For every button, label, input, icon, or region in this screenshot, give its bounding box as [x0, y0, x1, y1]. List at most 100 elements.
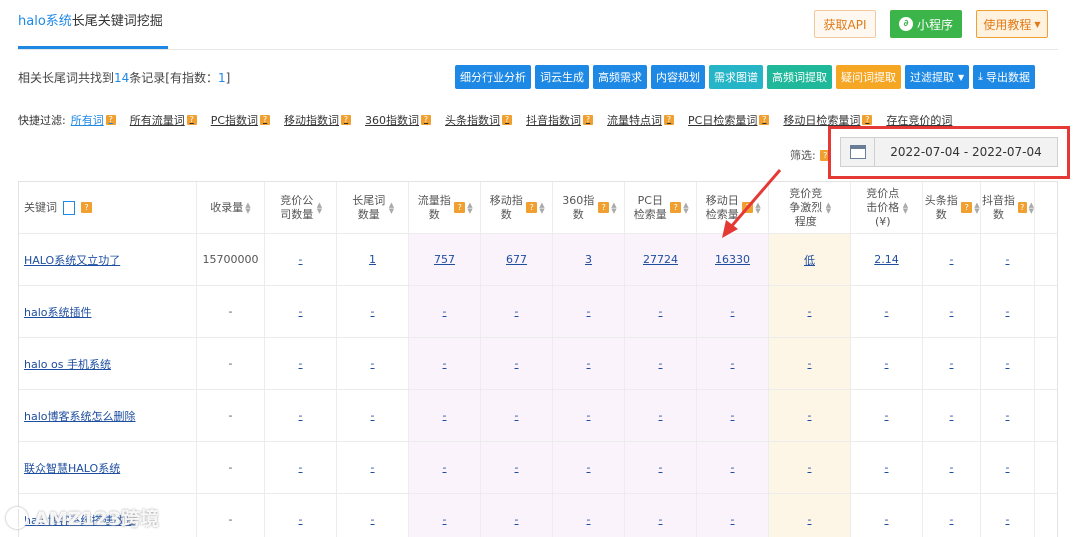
column-header[interactable]: 竞价公司数量 ▲ ▼ — [265, 182, 337, 233]
toolbar-button-1[interactable]: 词云生成 — [535, 65, 589, 89]
table-cell[interactable]: - — [409, 494, 481, 537]
mini-program-button[interactable]: ∂ 小程序 — [890, 10, 962, 38]
help-icon[interactable]: ? — [454, 202, 466, 213]
table-cell[interactable]: - — [553, 494, 625, 537]
table-cell[interactable]: - — [265, 494, 337, 537]
sort-icon[interactable]: ▲ ▼ — [683, 201, 688, 214]
table-cell[interactable]: - — [981, 338, 1035, 389]
table-cell[interactable]: - — [265, 286, 337, 337]
toolbar-button-8[interactable]: ⤓ 导出数据 — [973, 65, 1036, 89]
table-cell[interactable]: - — [481, 442, 553, 493]
table-cell[interactable]: - — [769, 338, 851, 389]
table-cell[interactable]: - — [851, 286, 923, 337]
table-cell[interactable]: - — [851, 442, 923, 493]
help-icon[interactable]: ? — [1017, 202, 1027, 213]
table-cell[interactable]: - — [923, 234, 981, 285]
keyword-cell[interactable]: 联众智慧HALO系统 — [19, 442, 197, 493]
toolbar-button-4[interactable]: 需求图谱 — [709, 65, 763, 89]
table-cell[interactable]: - — [981, 390, 1035, 441]
quick-filter-item[interactable]: 所有流量词? — [130, 112, 197, 128]
table-cell[interactable]: - — [769, 442, 851, 493]
column-header[interactable]: 头条指数? ▲ ▼ — [923, 182, 981, 233]
table-cell[interactable]: - — [625, 286, 697, 337]
help-icon[interactable]: ? — [598, 202, 610, 213]
table-cell[interactable]: - — [923, 338, 981, 389]
table-cell[interactable]: - — [697, 338, 769, 389]
help-icon[interactable]: ? — [81, 202, 92, 213]
copy-icon[interactable] — [63, 200, 75, 215]
toolbar-button-0[interactable]: 细分行业分析 — [455, 65, 531, 89]
get-api-button[interactable]: 获取API — [814, 10, 876, 38]
quick-filter-item[interactable]: 360指数词? — [365, 112, 432, 128]
table-cell[interactable]: - — [625, 442, 697, 493]
keyword-cell[interactable]: halo博客系统怎么删除 — [19, 390, 197, 441]
sort-icon[interactable]: ▲ ▼ — [903, 201, 908, 214]
help-icon[interactable]: ? — [862, 115, 873, 125]
sort-icon[interactable]: ▲ ▼ — [467, 201, 472, 214]
table-cell[interactable]: 1 — [337, 234, 409, 285]
table-cell[interactable]: - — [981, 442, 1035, 493]
help-icon[interactable]: ? — [105, 115, 116, 125]
toolbar-button-6[interactable]: 疑问词提取 — [836, 65, 901, 89]
column-header[interactable]: 长尾词数量 ▲ ▼ — [337, 182, 409, 233]
sort-icon[interactable]: ▲ ▼ — [1029, 201, 1034, 214]
table-cell[interactable]: - — [265, 234, 337, 285]
sort-icon[interactable]: ▲ ▼ — [826, 201, 831, 214]
sort-icon[interactable]: ▲ ▼ — [611, 201, 616, 214]
table-cell[interactable]: - — [923, 390, 981, 441]
table-cell[interactable]: - — [923, 494, 981, 537]
help-icon[interactable]: ? — [260, 115, 271, 125]
table-cell[interactable]: - — [337, 494, 409, 537]
column-header[interactable]: 移动指数? ▲ ▼ — [481, 182, 553, 233]
table-cell[interactable]: - — [553, 286, 625, 337]
help-icon[interactable]: ? — [670, 202, 682, 213]
table-cell[interactable]: - — [697, 442, 769, 493]
column-header[interactable]: 流量指数? ▲ ▼ — [409, 182, 481, 233]
table-cell[interactable]: - — [265, 442, 337, 493]
table-cell[interactable]: - — [409, 390, 481, 441]
table-cell[interactable]: - — [769, 286, 851, 337]
help-icon[interactable]: ? — [421, 115, 432, 125]
table-cell[interactable]: - — [553, 442, 625, 493]
help-icon[interactable]: ? — [664, 115, 675, 125]
table-cell[interactable]: 677 — [481, 234, 553, 285]
sort-icon[interactable]: ▲ ▼ — [974, 201, 979, 214]
table-cell[interactable]: - — [981, 494, 1035, 537]
help-icon[interactable]: ? — [742, 202, 754, 213]
table-cell[interactable]: - — [481, 338, 553, 389]
quick-filter-item[interactable]: PC日检索量词? — [688, 112, 770, 128]
table-cell[interactable]: - — [769, 494, 851, 537]
column-header[interactable]: PC日检索量? ▲ ▼ — [625, 182, 697, 233]
quick-filter-item[interactable]: PC指数词? — [211, 112, 271, 128]
table-cell[interactable]: - — [553, 390, 625, 441]
help-icon[interactable]: ? — [759, 115, 770, 125]
table-cell[interactable]: - — [625, 494, 697, 537]
table-cell[interactable]: - — [337, 286, 409, 337]
column-header[interactable]: 抖音指数? ▲ ▼ — [981, 182, 1035, 233]
toolbar-button-5[interactable]: 高频词提取 — [767, 65, 832, 89]
column-header[interactable]: 360指数? ▲ ▼ — [553, 182, 625, 233]
quick-filter-item[interactable]: 流量特点词? — [607, 112, 675, 128]
quick-filter-item[interactable]: 抖音指数词? — [526, 112, 594, 128]
quick-filter-item[interactable]: 移动指数词? — [284, 112, 352, 128]
help-icon[interactable]: ? — [526, 202, 538, 213]
table-cell[interactable]: - — [409, 442, 481, 493]
quick-filter-item[interactable]: 头条指数词? — [445, 112, 513, 128]
table-cell[interactable]: 27724 — [625, 234, 697, 285]
table-cell[interactable]: - — [625, 390, 697, 441]
table-cell[interactable]: - — [923, 286, 981, 337]
table-cell[interactable]: - — [851, 494, 923, 537]
column-header[interactable]: 竞价点击价格(¥) ▲ ▼ — [851, 182, 923, 233]
table-cell[interactable]: - — [265, 338, 337, 389]
table-cell[interactable]: - — [769, 390, 851, 441]
table-cell[interactable]: - — [625, 338, 697, 389]
table-cell[interactable]: - — [981, 286, 1035, 337]
keyword-cell[interactable]: halo系统插件 — [19, 286, 197, 337]
table-cell[interactable]: - — [481, 390, 553, 441]
toolbar-button-3[interactable]: 内容规划 — [651, 65, 705, 89]
table-cell[interactable]: - — [481, 494, 553, 537]
table-cell[interactable]: 757 — [409, 234, 481, 285]
sort-icon[interactable]: ▲ ▼ — [317, 201, 322, 214]
toolbar-button-2[interactable]: 高频需求 — [593, 65, 647, 89]
table-cell[interactable]: - — [337, 390, 409, 441]
